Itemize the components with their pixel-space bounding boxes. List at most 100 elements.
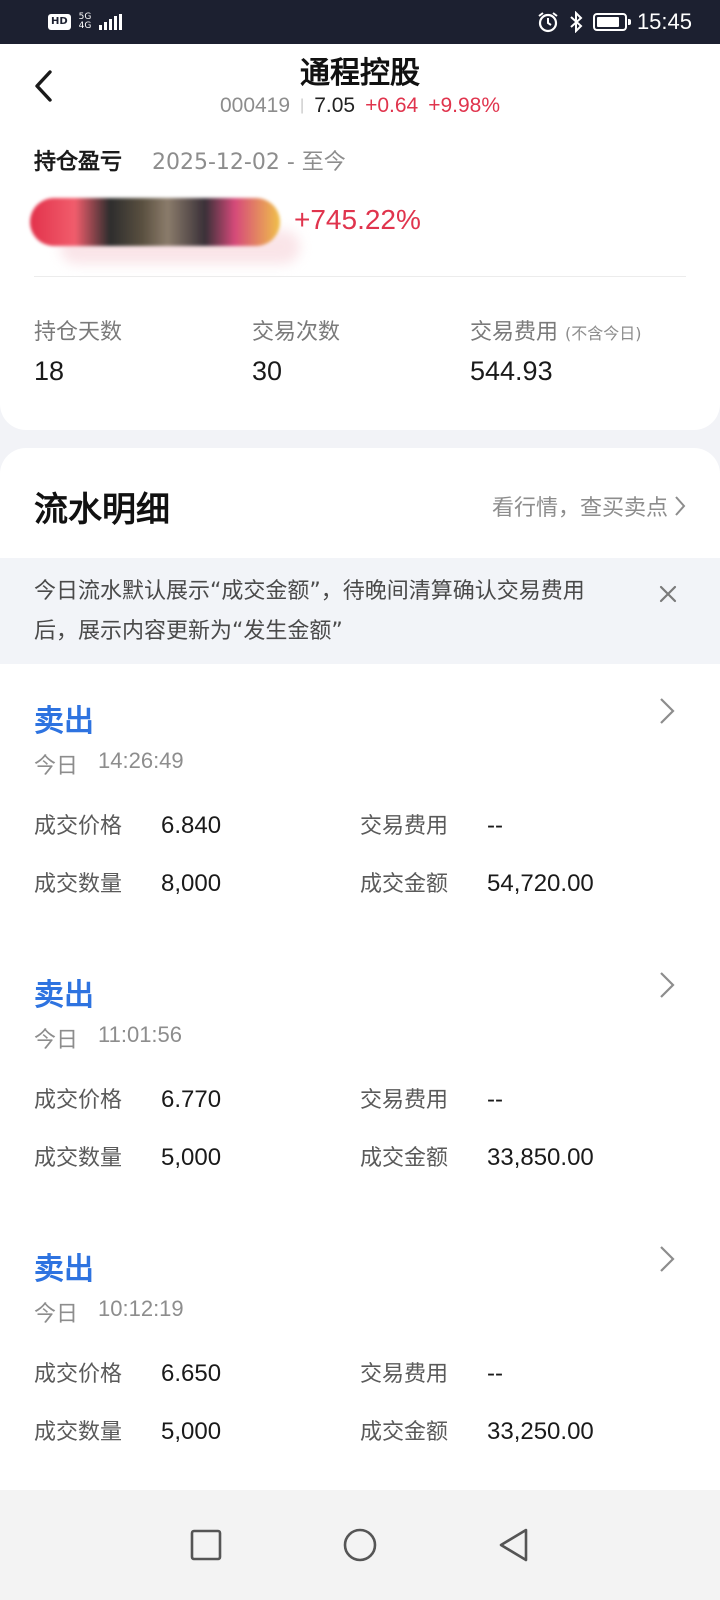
field-value: -- [487,1086,503,1113]
pl-range: 2025-12-02 - 至今 [152,150,346,175]
trade-time: 今日 14:26:49 [34,748,184,780]
back-triangle-icon[interactable] [497,1527,531,1563]
network-bottom: 4G [78,21,92,31]
stock-name: 通程控股 [300,56,420,91]
chevron-right-icon [660,972,675,998]
field-label: 交易费用 [360,1088,449,1113]
price-change-pct: +9.98% [428,94,501,117]
stat-trade-count: 交易次数 30 [252,314,340,387]
system-nav-bar [0,1490,720,1600]
stat-holding-days: 持仓天数 18 [34,314,122,387]
pl-percent: +745.22% [294,204,421,235]
field-label: 成交数量 [34,1146,123,1171]
stat-note: (不含今日) [565,324,642,343]
field-label: 成交金额 [360,1146,449,1171]
field-value: -- [487,812,503,839]
trade-type: 卖出 [34,978,94,1013]
trade-time: 今日 10:12:19 [34,1296,184,1328]
stock-price: 7.05 [314,94,356,117]
field-amount: 成交金额 33,850.00 [360,1140,594,1172]
field-quantity: 成交数量 8,000 [34,866,221,898]
field-price: 成交价格 6.770 [34,1082,221,1114]
field-quantity: 成交数量 5,000 [34,1414,221,1446]
field-label: 成交数量 [34,1420,123,1445]
field-value: 33,850.00 [487,1144,594,1171]
stat-label: 交易次数 [252,320,341,345]
field-label: 成交数量 [34,872,123,897]
stat-label: 交易费用 (不含今日) [470,320,642,345]
price-change: +0.64 [365,94,419,117]
field-label: 成交价格 [34,1362,123,1387]
field-value: 54,720.00 [487,870,594,897]
field-fee: 交易费用 -- [360,1082,503,1114]
clock: 15:45 [636,9,692,34]
field-label: 交易费用 [360,814,449,839]
divider [34,276,686,277]
field-value: 6.650 [161,1360,222,1387]
field-quantity: 成交数量 5,000 [34,1140,221,1172]
chevron-right-icon [660,1246,675,1272]
field-amount: 成交金额 33,250.00 [360,1414,594,1446]
trade-clock: 14:26:49 [98,748,184,773]
quote-row: 000419 | 7.05 +0.64 +9.98% [0,94,720,118]
field-price: 成交价格 6.650 [34,1356,221,1388]
notice-banner: 今日流水默认展示“成交金额”，待晚间清算确认交易费用后，展示内容更新为“发生金额… [0,558,720,664]
pl-label: 持仓盈亏 [34,150,123,175]
field-label: 成交价格 [34,814,123,839]
home-icon[interactable] [342,1527,378,1563]
field-value: 5,000 [161,1418,222,1445]
trade-item[interactable]: 卖出 今日 14:26:49 成交价格 6.840 交易费用 -- 成交数量 8… [0,664,720,932]
trade-day: 今日 [34,1028,79,1053]
trade-clock: 10:12:19 [98,1296,184,1321]
stat-value: 18 [34,356,65,386]
trade-clock: 11:01:56 [98,1022,183,1047]
redacted-amount [30,198,280,246]
status-left: HD 5G 4G [48,13,123,31]
field-fee: 交易费用 -- [360,808,503,840]
alarm-icon [538,12,558,33]
field-value: 5,000 [161,1144,222,1171]
trade-day: 今日 [34,754,79,779]
stat-label: 持仓天数 [34,320,123,345]
quote-separator: | [300,97,305,114]
stat-trade-fees: 交易费用 (不含今日) 544.93 [470,314,642,387]
stat-value: 30 [252,356,283,386]
field-label: 成交金额 [360,872,449,897]
chevron-right-icon [675,496,686,516]
trade-type: 卖出 [34,704,94,739]
field-value: 33,250.00 [487,1418,594,1445]
signal-icon [99,14,123,30]
recent-apps-icon[interactable] [189,1528,223,1562]
field-label: 成交价格 [34,1088,123,1113]
view-market-label: 看行情，查买卖点 [491,496,668,521]
hd-badge: HD [48,14,71,30]
view-market-link[interactable]: 看行情，查买卖点 [492,490,686,522]
field-amount: 成交金额 54,720.00 [360,866,594,898]
bluetooth-icon [570,11,583,33]
field-value: -- [487,1360,503,1387]
trade-type: 卖出 [34,1252,94,1287]
trade-item[interactable]: 卖出 今日 10:12:19 成交价格 6.650 交易费用 -- 成交数量 5… [0,1212,720,1480]
chevron-right-icon [660,698,675,724]
stock-code: 000419 [219,94,291,117]
section-title: 流水明细 [34,490,170,530]
status-bar: HD 5G 4G 15:45 [0,0,720,44]
field-value: 8,000 [161,870,222,897]
field-value: 6.840 [161,812,222,839]
field-label: 交易费用 [360,1362,449,1387]
field-fee: 交易费用 -- [360,1356,503,1388]
close-icon[interactable] [656,582,680,606]
position-summary-card: 通程控股 000419 | 7.05 +0.64 +9.98% 持仓盈亏 202… [0,44,720,430]
stat-value: 544.93 [470,356,553,386]
flow-detail-card: 流水明细 看行情，查买卖点 今日流水默认展示“成交金额”，待晚间清算确认交易费用… [0,448,720,1600]
trade-day: 今日 [34,1302,79,1327]
battery-icon [592,13,631,31]
status-right: 15:45 [537,9,692,35]
field-label: 成交金额 [360,1420,449,1445]
trade-time: 今日 11:01:56 [34,1022,182,1054]
notice-text: 今日流水默认展示“成交金额”，待晚间清算确认交易费用后，展示内容更新为“发生金额… [34,579,585,644]
field-value: 6.770 [161,1086,222,1113]
trade-item[interactable]: 卖出 今日 11:01:56 成交价格 6.770 交易费用 -- 成交数量 5… [0,938,720,1206]
field-price: 成交价格 6.840 [34,808,221,840]
network-type: 5G 4G [79,13,92,31]
